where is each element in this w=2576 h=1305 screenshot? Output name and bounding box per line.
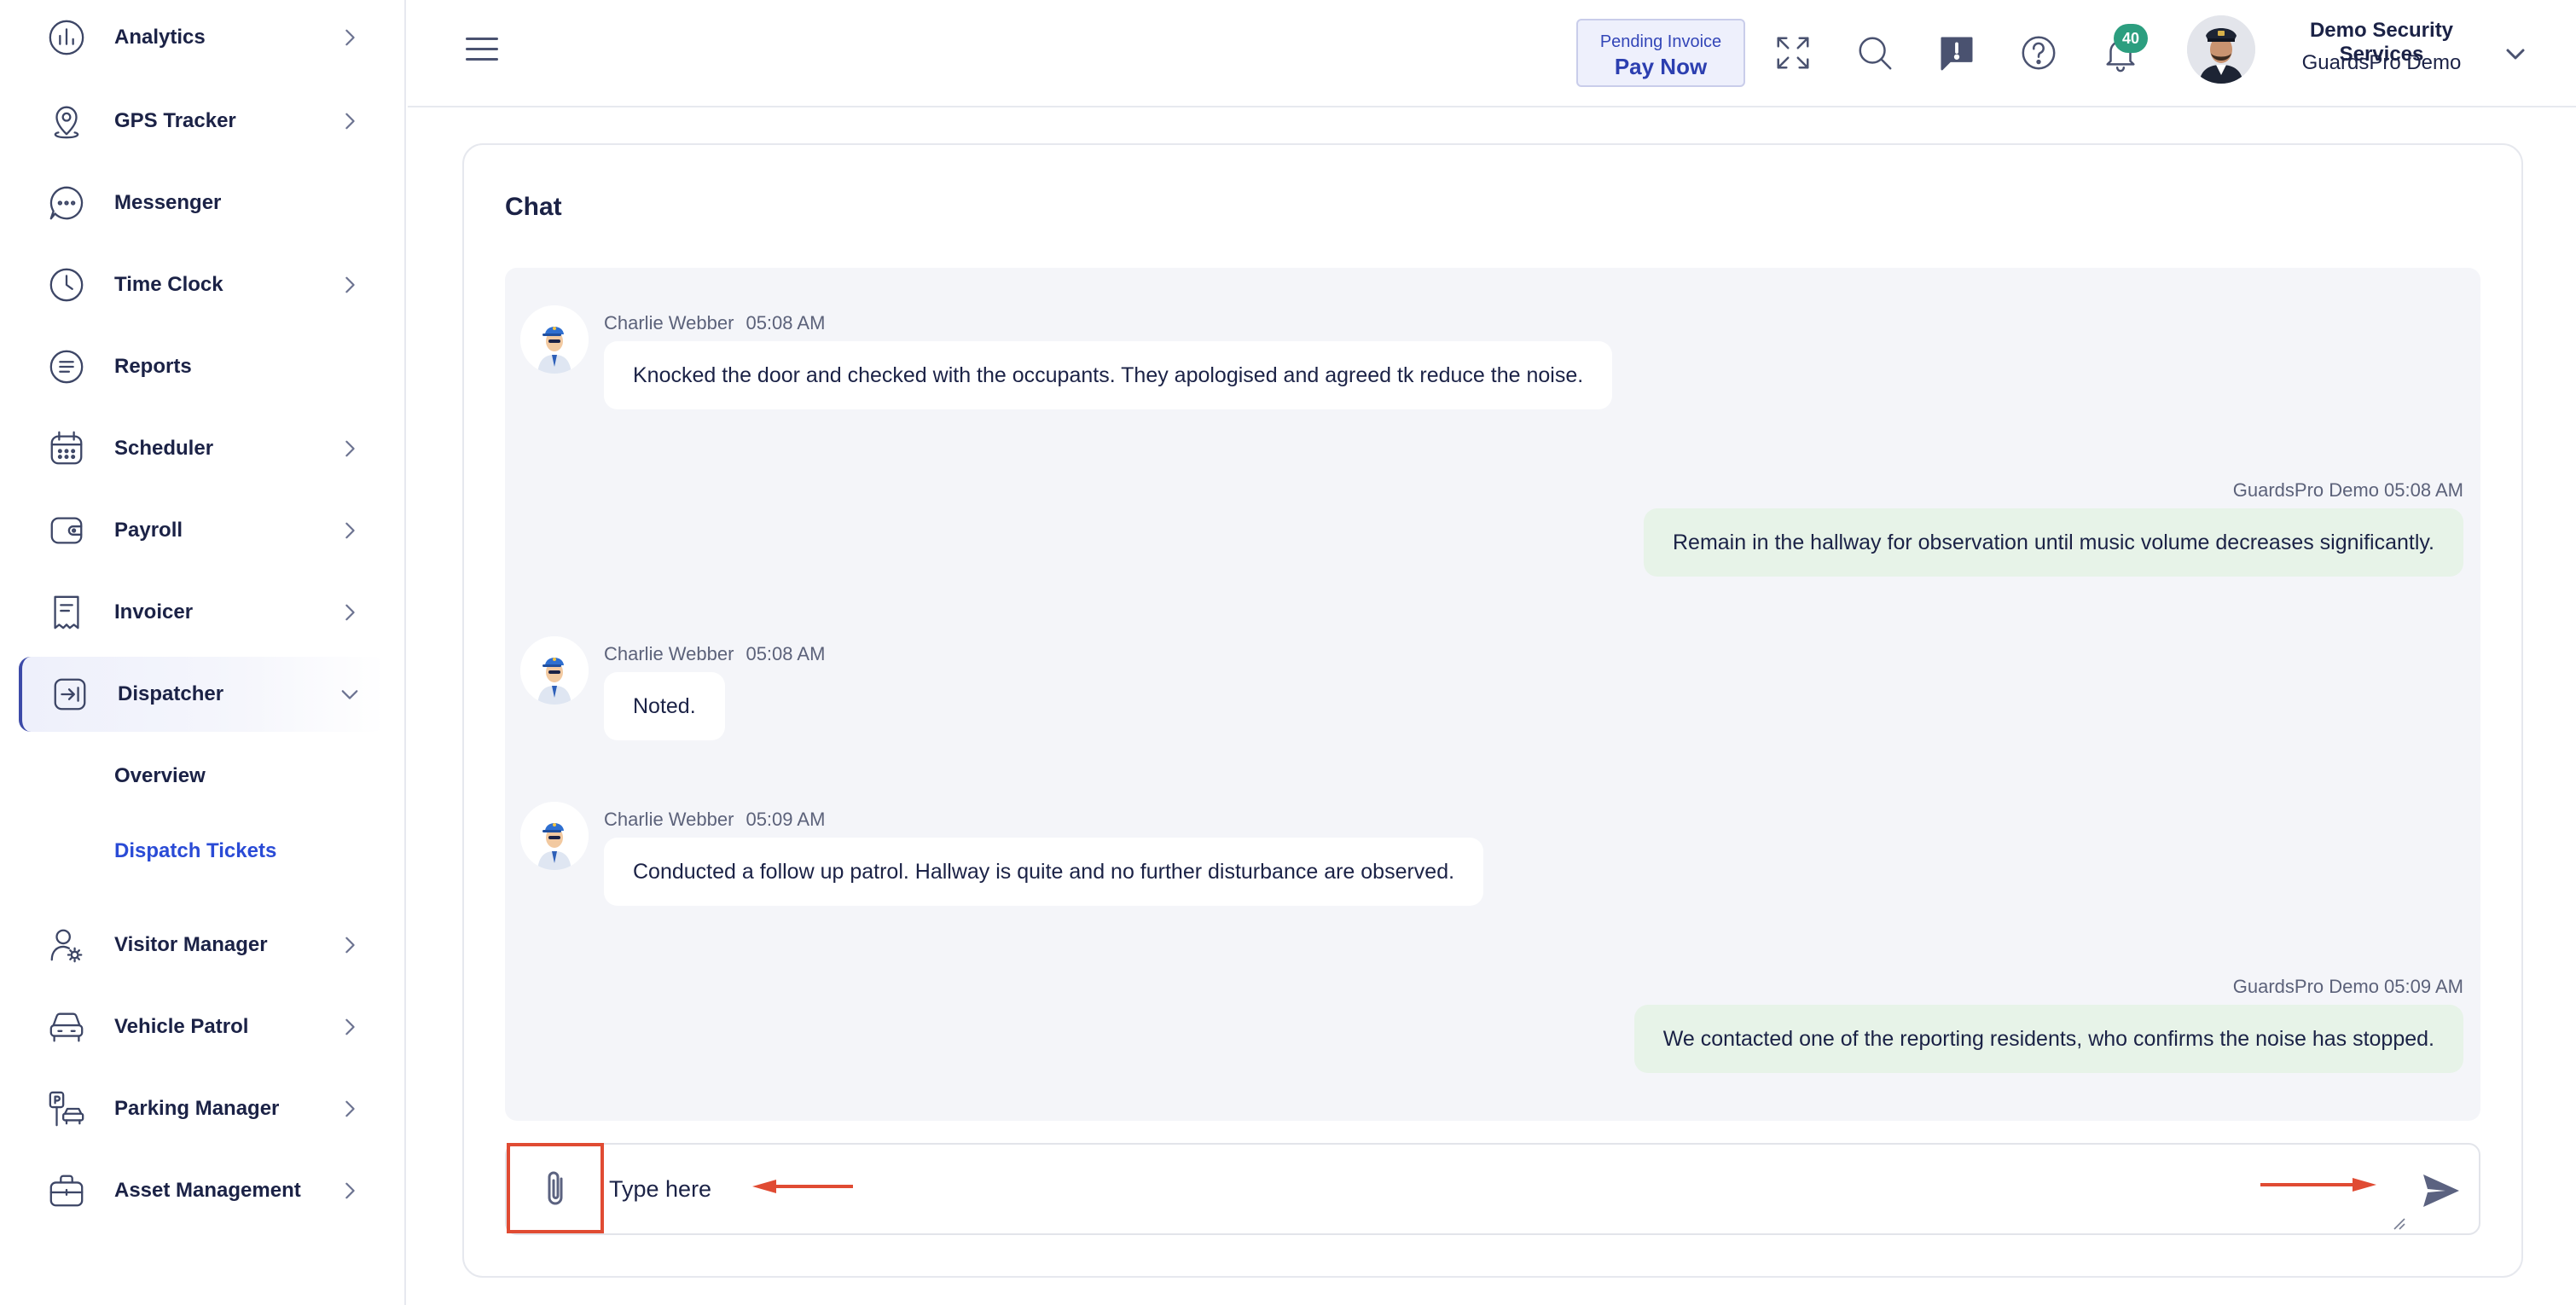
help-icon[interactable] (2016, 31, 2061, 75)
sidebar-item-parking-manager[interactable]: Parking Manager (19, 1071, 386, 1146)
sidebar-item-label: Time Clock (114, 273, 223, 296)
message-time: 05:08 AM (746, 643, 826, 664)
message-bubble-incoming: Noted. (604, 672, 725, 740)
chevron-right-icon (338, 1097, 362, 1121)
sender-name: Charlie Webber (604, 312, 734, 334)
sidebar-item-analytics[interactable]: Analytics (19, 0, 386, 75)
car-icon (46, 1006, 87, 1047)
sidebar: Analytics GPS Tracker Messenger Time Clo… (0, 0, 406, 1305)
fullscreen-icon[interactable] (1771, 31, 1815, 75)
sender-name: Charlie Webber (604, 809, 734, 830)
sidebar-item-payroll[interactable]: Payroll (19, 493, 386, 568)
paperclip-icon (548, 1171, 563, 1205)
notification-badge: 40 (2114, 24, 2148, 53)
parking-icon (46, 1088, 87, 1129)
pay-now-button[interactable]: Pending Invoice Pay Now (1576, 19, 1745, 87)
message-meta: Charlie Webber 05:08 AM (604, 643, 825, 665)
sidebar-item-label: Analytics (114, 26, 206, 49)
annotation-arrow-right (2260, 1178, 2376, 1192)
sidebar-subitem-dispatch-tickets[interactable]: Dispatch Tickets (114, 839, 276, 863)
sidebar-item-label: Messenger (114, 191, 222, 214)
annotation-arrow-left (752, 1180, 853, 1193)
clock-icon (46, 264, 87, 305)
sidebar-item-time-clock[interactable]: Time Clock (19, 247, 386, 322)
location-pin-icon (46, 101, 87, 142)
attach-button[interactable] (507, 1143, 604, 1233)
sidebar-item-vehicle-patrol[interactable]: Vehicle Patrol (19, 989, 386, 1064)
visitor-icon (46, 925, 87, 966)
sidebar-item-messenger[interactable]: Messenger (19, 165, 386, 241)
avatar (520, 636, 589, 705)
sidebar-subitem-overview[interactable]: Overview (114, 764, 206, 788)
message-bubble-incoming: Conducted a follow up patrol. Hallway is… (604, 838, 1484, 906)
message-bubble-outgoing: We contacted one of the reporting reside… (1633, 1005, 2463, 1073)
avatar (520, 802, 589, 870)
sidebar-item-label: Invoicer (114, 600, 194, 624)
dispatch-icon (49, 674, 90, 715)
calendar-icon (46, 428, 87, 469)
analytics-icon (46, 17, 87, 58)
chevron-right-icon (338, 26, 362, 49)
sidebar-item-label: Reports (114, 355, 192, 378)
sidebar-item-dispatcher[interactable]: Dispatcher (19, 657, 386, 732)
chevron-down-icon (338, 682, 362, 706)
search-icon[interactable] (1853, 31, 1897, 75)
send-button[interactable] (2417, 1167, 2465, 1215)
sidebar-item-label: Visitor Manager (114, 933, 268, 956)
message-time: 05:08 AM (746, 312, 826, 334)
chevron-right-icon (338, 600, 362, 624)
sender-name: Charlie Webber (604, 643, 734, 664)
sidebar-item-label: Payroll (114, 519, 183, 542)
message-bubble-outgoing: Remain in the hallway for observation un… (1643, 508, 2463, 577)
chevron-right-icon (338, 1179, 362, 1203)
message-bubble-incoming: Knocked the door and checked with the oc… (604, 341, 1613, 409)
wallet-icon (46, 510, 87, 551)
report-icon (46, 346, 87, 387)
sidebar-item-reports[interactable]: Reports (19, 329, 386, 404)
sidebar-item-visitor-manager[interactable]: Visitor Manager (19, 908, 386, 983)
sidebar-item-asset-management[interactable]: Asset Management (19, 1153, 386, 1228)
menu-icon[interactable] (466, 38, 498, 63)
message-time: 05:09 AM (746, 809, 826, 830)
receipt-icon (46, 592, 87, 633)
message-meta: GuardsPro Demo 05:09 AM (2232, 976, 2463, 997)
sidebar-item-label: Asset Management (114, 1179, 301, 1202)
feedback-icon[interactable] (1935, 31, 1979, 75)
message-meta: Charlie Webber 05:09 AM (604, 809, 825, 831)
chevron-right-icon (338, 1015, 362, 1039)
avatar (520, 305, 589, 374)
chevron-right-icon (338, 519, 362, 542)
sidebar-item-label: Parking Manager (114, 1097, 280, 1120)
message-meta: Charlie Webber 05:08 AM (604, 312, 825, 334)
chat-message-list[interactable]: Charlie Webber 05:08 AM Knocked the door … (505, 268, 2480, 1121)
sidebar-item-scheduler[interactable]: Scheduler (19, 411, 386, 486)
chat-card: Chat Charlie Webber 05:08 AM Knocked the … (462, 143, 2523, 1278)
sidebar-item-label: Vehicle Patrol (114, 1015, 249, 1038)
sidebar-item-invoicer[interactable]: Invoicer (19, 575, 386, 650)
send-icon (2423, 1174, 2459, 1207)
user-organization: GuardsPro Demo (2301, 51, 2462, 74)
sidebar-item-label: Dispatcher (118, 682, 224, 705)
avatar[interactable] (2187, 15, 2255, 84)
message-meta: GuardsPro Demo 05:08 AM (2232, 479, 2463, 501)
message-input[interactable] (609, 1162, 2306, 1216)
sidebar-item-label: GPS Tracker (114, 109, 236, 132)
chevron-right-icon (338, 273, 362, 297)
chevron-right-icon (338, 933, 362, 957)
pay-now-label: Pay Now (1614, 54, 1708, 79)
chevron-right-icon (338, 109, 362, 133)
chat-bubble-icon (46, 183, 87, 223)
page-title: Chat (505, 193, 562, 221)
resize-handle-icon[interactable] (2392, 1216, 2405, 1230)
chevron-right-icon (338, 437, 362, 461)
top-header: Pending Invoice Pay Now 40 Demo Security… (408, 0, 2576, 107)
pending-invoice-label: Pending Invoice (1599, 32, 1722, 51)
sidebar-item-gps-tracker[interactable]: GPS Tracker (19, 84, 386, 159)
briefcase-icon (46, 1170, 87, 1211)
chevron-down-icon[interactable] (2504, 43, 2527, 65)
sidebar-item-label: Scheduler (114, 437, 214, 460)
